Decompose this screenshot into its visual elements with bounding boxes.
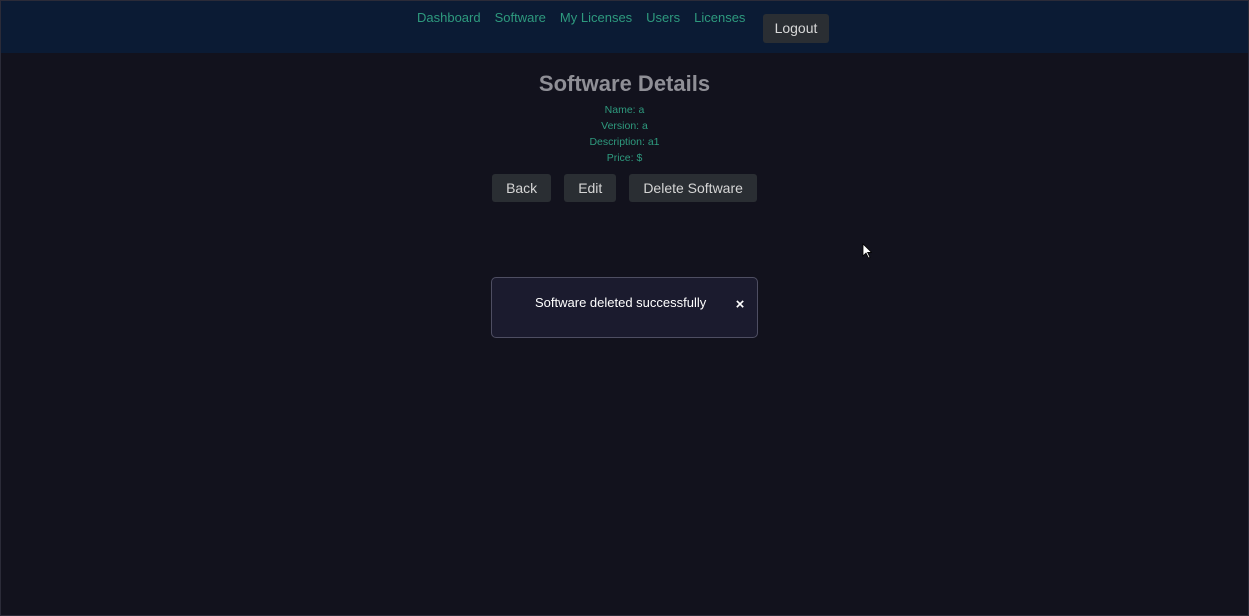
- page-title: Software Details: [538, 71, 711, 96]
- nav-link-my-licenses[interactable]: My Licenses: [560, 10, 632, 25]
- nav-link-dashboard[interactable]: Dashboard: [417, 10, 481, 25]
- software-version: Version: a: [601, 120, 648, 132]
- software-name: Name: a: [604, 104, 645, 116]
- nav-link-software[interactable]: Software: [495, 10, 546, 25]
- logout-button[interactable]: Logout: [763, 14, 829, 43]
- close-icon[interactable]: ×: [732, 297, 748, 313]
- action-buttons: Back Edit Delete Software: [0, 174, 1249, 202]
- edit-button[interactable]: Edit: [564, 174, 617, 202]
- mouse-pointer-icon: [862, 243, 872, 259]
- nav-link-users[interactable]: Users: [646, 10, 680, 25]
- software-details: Software Details Name: a Version: a Desc…: [0, 70, 1249, 166]
- toast-notification: Software deleted successfully ×: [491, 277, 758, 338]
- back-button[interactable]: Back: [492, 174, 552, 202]
- software-price: Price: $: [606, 152, 643, 164]
- top-navbar: Dashboard Software My Licenses Users Lic…: [1, 1, 1248, 53]
- software-description: Description: a1: [589, 136, 660, 148]
- nav-links: Dashboard Software My Licenses Users Lic…: [417, 10, 745, 25]
- toast-message: Software deleted successfully: [535, 295, 707, 310]
- nav-link-licenses[interactable]: Licenses: [694, 10, 745, 25]
- details-fields: Name: a Version: a Description: a1 Price…: [0, 102, 1249, 166]
- delete-software-button[interactable]: Delete Software: [629, 174, 757, 202]
